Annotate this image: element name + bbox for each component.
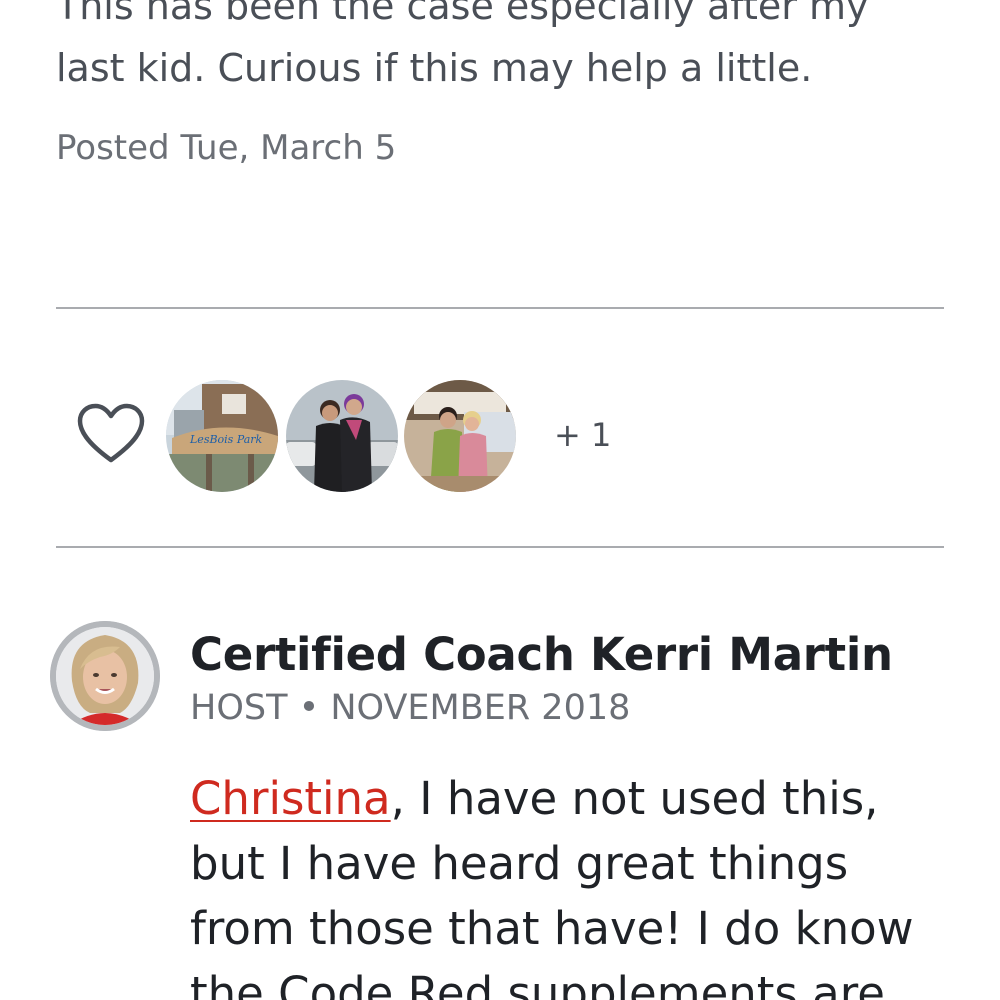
- mention-link[interactable]: Christina: [190, 772, 391, 825]
- divider: [56, 307, 944, 309]
- post-timestamp: Posted Tue, March 5: [56, 128, 397, 168]
- sign-text: LesBois Park: [189, 433, 263, 446]
- post-body-line: This has been the case especially after …: [56, 0, 869, 28]
- more-reactions-count[interactable]: + 1: [554, 416, 611, 454]
- comment-text: , I have not used this,: [390, 772, 879, 825]
- post-detail-page: This has been the case especially after …: [0, 0, 1000, 1000]
- author-avatar[interactable]: [50, 621, 160, 731]
- reaction-avatar[interactable]: [286, 380, 398, 492]
- comment-author-meta: HOST • NOVEMBER 2018: [190, 688, 631, 728]
- reaction-avatar[interactable]: LesBois Park: [166, 380, 278, 492]
- post-body-line: last kid. Curious if this may help a lit…: [56, 46, 813, 90]
- like-button[interactable]: [76, 402, 146, 466]
- comment-line: Christina, I have not used this,: [190, 766, 970, 831]
- reaction-avatar[interactable]: [404, 380, 516, 492]
- comment-body: Christina, I have not used this, but I h…: [190, 766, 970, 1000]
- divider: [56, 546, 944, 548]
- comment-line: the Code Red supplements are: [190, 967, 885, 1000]
- heart-icon: [77, 403, 145, 463]
- comment-author-name[interactable]: Certified Coach Kerri Martin: [190, 628, 893, 681]
- comment-line: but I have heard great things: [190, 837, 849, 890]
- comment-line: from those that have! I do know: [190, 902, 914, 955]
